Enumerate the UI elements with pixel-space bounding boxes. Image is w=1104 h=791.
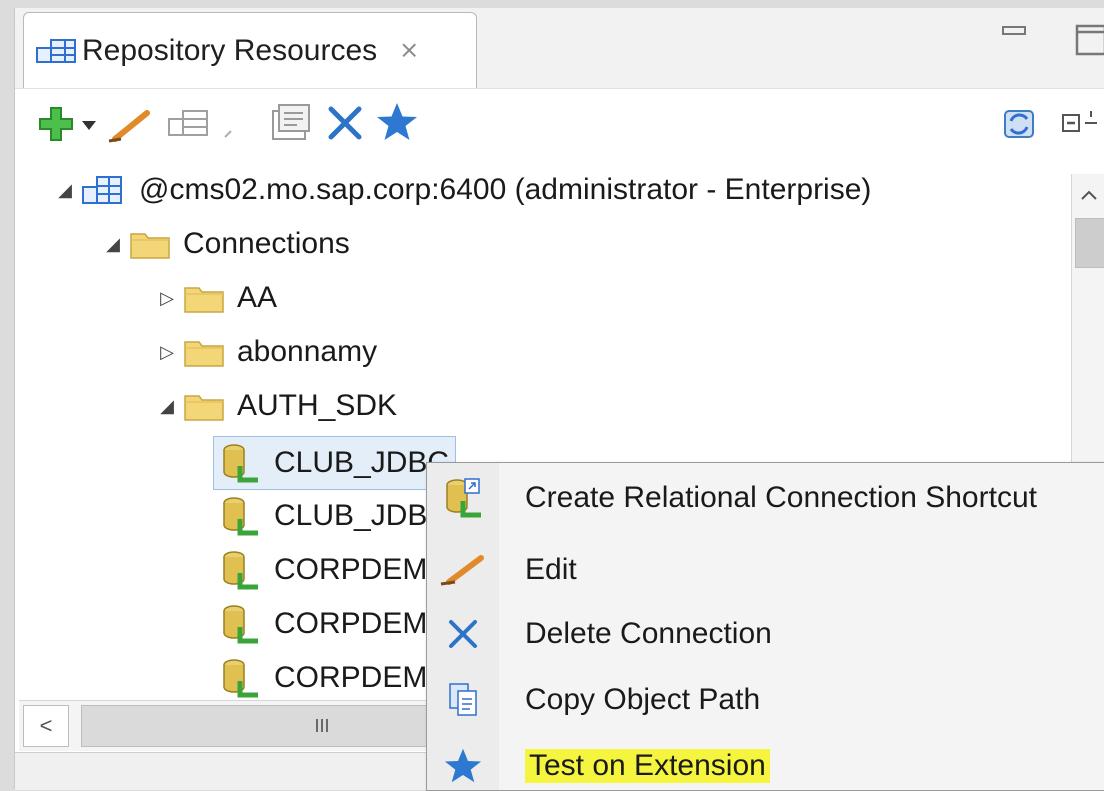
delete-x-icon bbox=[449, 620, 477, 648]
dropdown-arrow-icon[interactable] bbox=[81, 119, 97, 131]
menu-item-label: Delete Connection bbox=[525, 617, 772, 650]
menu-item-label-highlighted: Test on Extension bbox=[525, 749, 770, 783]
scroll-left-button[interactable]: < bbox=[23, 705, 69, 747]
shortcut-icon bbox=[446, 478, 481, 518]
expand-down-icon[interactable]: ◢ bbox=[103, 234, 123, 254]
expand-down-icon[interactable]: ◢ bbox=[55, 180, 75, 200]
tree-item-folder[interactable]: ◢ AUTH_SDK bbox=[157, 382, 397, 430]
menu-item-edit[interactable]: Edit bbox=[427, 539, 1104, 601]
vertical-scroll-thumb[interactable] bbox=[1075, 218, 1104, 268]
tree-item-label: CLUB_JDB bbox=[274, 499, 428, 532]
tree-item-label: CLUB_JDBC bbox=[274, 446, 450, 479]
folder-icon bbox=[130, 233, 170, 259]
folder-icon bbox=[184, 395, 224, 421]
repository-icon bbox=[36, 38, 76, 63]
relational-connection-icon bbox=[223, 605, 258, 644]
edit-icon[interactable] bbox=[107, 105, 155, 145]
menu-item-label: Create Relational Connection Shortcut bbox=[525, 481, 1037, 514]
view-toolbar bbox=[15, 88, 1104, 163]
folder-icon bbox=[184, 287, 224, 313]
properties-icon[interactable] bbox=[269, 103, 313, 143]
menu-item-create-shortcut[interactable]: Create Relational Connection Shortcut bbox=[427, 467, 1104, 529]
tree-item-connection[interactable]: CLUB_JDB bbox=[220, 492, 427, 540]
refresh-icon[interactable] bbox=[999, 105, 1039, 143]
tree-item-label: CORPDEM bbox=[274, 553, 428, 586]
tree-item-label: AA bbox=[237, 281, 278, 314]
menu-item-test-on-extension[interactable]: Test on Extension bbox=[427, 735, 1104, 790]
close-tab-icon[interactable]: ⨯ bbox=[399, 36, 419, 65]
tree-root-label: @cms02.mo.sap.corp:6400 (administrator -… bbox=[139, 173, 872, 206]
tree-item-connection[interactable]: CORPDEM bbox=[220, 600, 427, 648]
delete-icon[interactable] bbox=[325, 103, 365, 143]
star-icon[interactable] bbox=[375, 101, 419, 143]
pencil-icon bbox=[440, 555, 484, 586]
tree-item-label: abonnamy bbox=[237, 335, 378, 368]
tree-item-label: AUTH_SDK bbox=[237, 389, 398, 422]
collapse-all-icon[interactable] bbox=[1061, 107, 1104, 141]
scroll-up-icon[interactable] bbox=[1079, 188, 1099, 202]
tree-item-connections[interactable]: ◢ Connections bbox=[103, 220, 350, 268]
tree-item-label: CORPDEM bbox=[274, 607, 428, 640]
connection-shortcut-icon[interactable] bbox=[167, 107, 211, 141]
relational-connection-icon bbox=[223, 444, 258, 483]
minimize-icon[interactable] bbox=[1001, 24, 1029, 40]
relational-connection-icon bbox=[223, 659, 258, 698]
expand-down-icon[interactable]: ◢ bbox=[157, 396, 177, 416]
menu-item-label: Edit bbox=[525, 553, 577, 586]
maximize-icon[interactable] bbox=[1073, 22, 1104, 56]
folder-icon bbox=[184, 341, 224, 367]
view-tab-bar: Repository Resources ⨯ bbox=[15, 8, 1104, 88]
star-icon bbox=[444, 748, 482, 783]
expand-right-icon[interactable]: ▷ bbox=[157, 288, 177, 308]
tree-root-row[interactable]: ◢ @cms02.mo.sap.corp:6400 (administrator… bbox=[55, 166, 871, 214]
tree-item-connection[interactable]: CORPDEM bbox=[220, 546, 427, 594]
tree-item-connection[interactable]: CORPDEM bbox=[220, 654, 427, 702]
tree-item-connection-selected[interactable]: CLUB_JDBC bbox=[213, 436, 457, 490]
menu-item-label: Copy Object Path bbox=[525, 683, 761, 716]
menu-item-copy-object-path[interactable]: Copy Object Path bbox=[427, 669, 1104, 731]
small-dot-icon bbox=[224, 130, 232, 138]
context-menu: Create Relational Connection Shortcut Ed… bbox=[426, 462, 1104, 791]
relational-connection-icon bbox=[223, 551, 258, 590]
menu-item-delete-connection[interactable]: Delete Connection bbox=[427, 603, 1104, 665]
repository-icon bbox=[82, 176, 122, 204]
tab-title: Repository Resources bbox=[82, 33, 378, 67]
tree-item-label: Connections bbox=[183, 227, 350, 260]
tree-item-folder[interactable]: ▷ AA bbox=[157, 274, 277, 322]
tree-item-folder[interactable]: ▷ abonnamy bbox=[157, 328, 377, 376]
tree-item-label: CORPDEM bbox=[274, 661, 428, 694]
tab-repository-resources[interactable]: Repository Resources ⨯ bbox=[23, 12, 477, 88]
relational-connection-icon bbox=[223, 497, 258, 536]
add-icon[interactable] bbox=[37, 105, 75, 143]
copy-icon bbox=[449, 683, 477, 716]
expand-right-icon[interactable]: ▷ bbox=[157, 342, 177, 362]
